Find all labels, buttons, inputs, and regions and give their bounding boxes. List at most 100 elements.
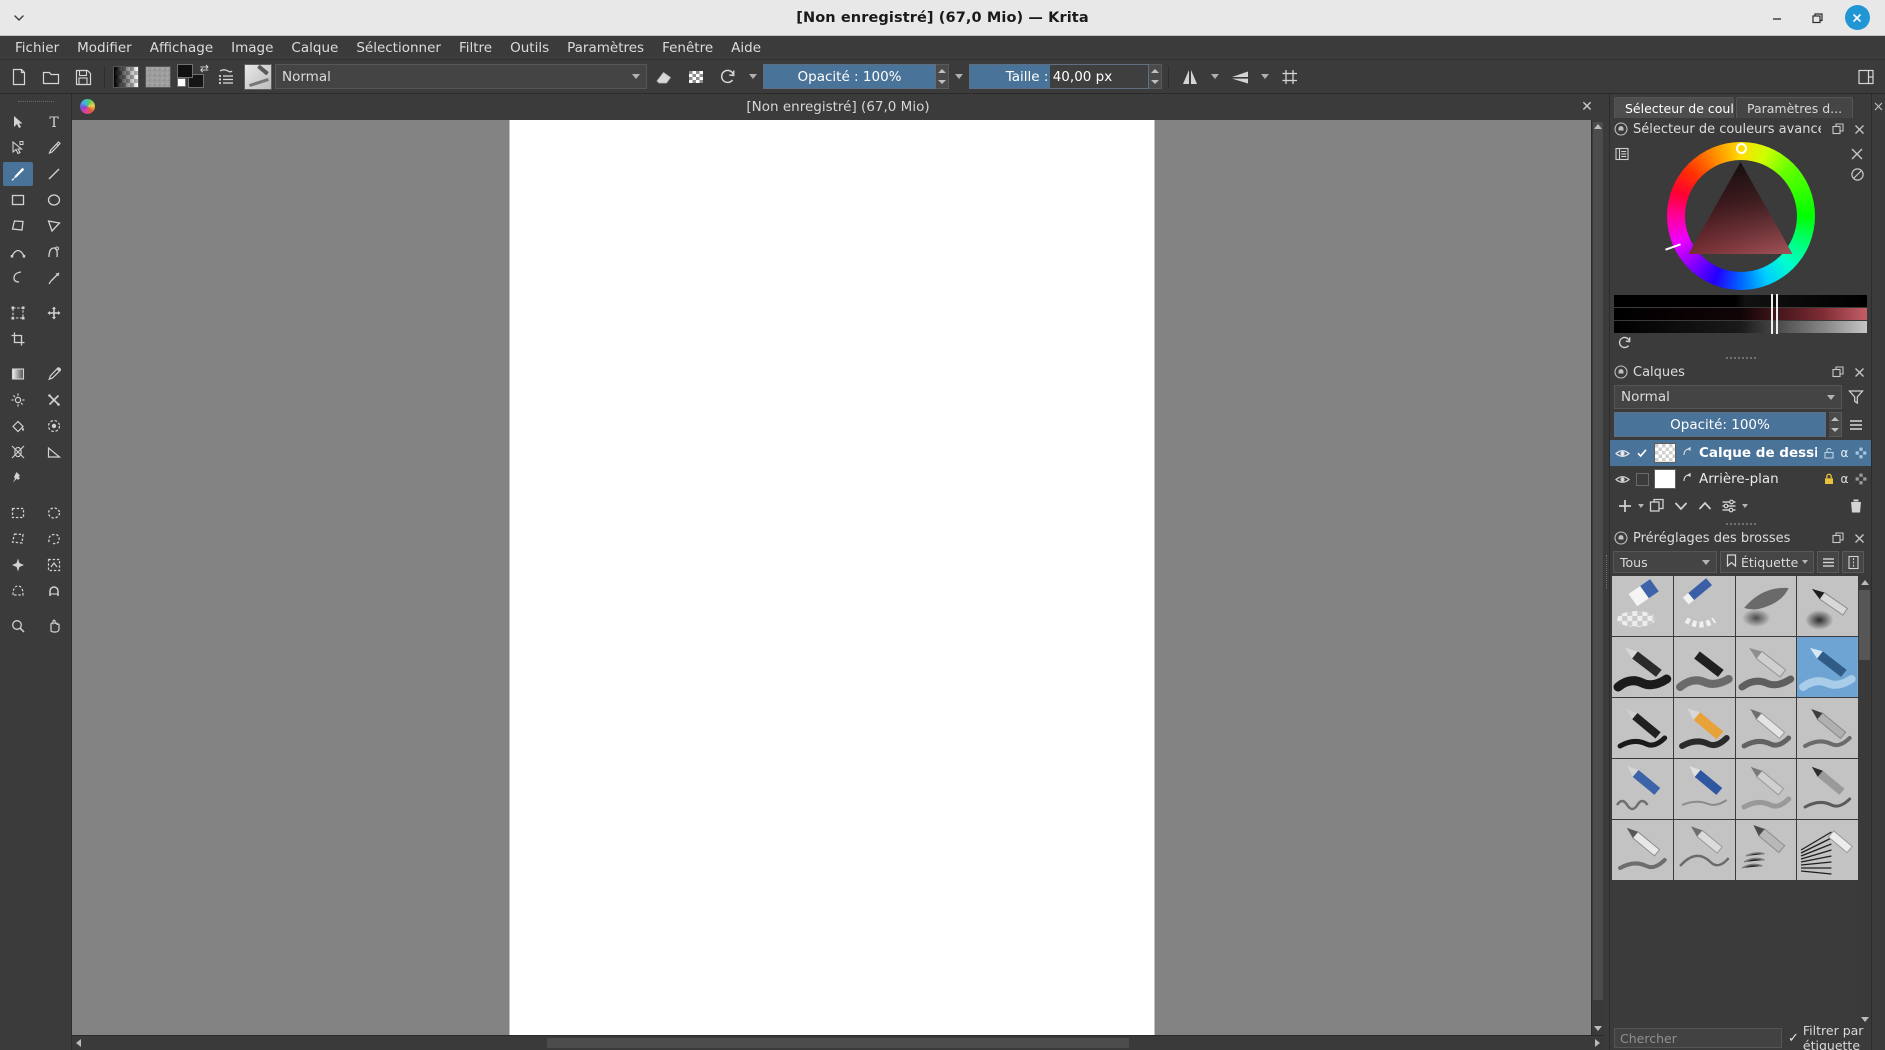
scroll-down-icon[interactable] [1592, 1022, 1604, 1035]
tool-multibrush[interactable] [39, 266, 69, 290]
tool-calligraphy[interactable] [39, 136, 69, 160]
close-docker-icon[interactable] [1851, 364, 1867, 380]
layer-inherit-alpha-icon[interactable] [1854, 447, 1867, 460]
layer-unlock-icon[interactable] [1822, 447, 1835, 460]
vertical-scroll-thumb[interactable] [1593, 122, 1603, 1000]
layer-opacity-stepper[interactable] [1829, 412, 1842, 437]
tool-move[interactable] [39, 301, 69, 325]
brush-preset-pencil-soft[interactable] [1797, 759, 1858, 819]
move-layer-down-button[interactable] [1670, 495, 1692, 517]
tool-bezier-selection[interactable] [3, 579, 33, 603]
scroll-up-icon[interactable] [1858, 576, 1871, 589]
tool-fill[interactable] [3, 414, 33, 438]
brush-preset-ink-rough[interactable] [1736, 698, 1797, 758]
preserve-alpha-button[interactable] [681, 63, 711, 91]
layer-properties-dropdown-icon[interactable] [1742, 504, 1748, 508]
tool-zoom[interactable] [3, 614, 33, 638]
tool-colorize-mask[interactable] [3, 388, 33, 412]
brush-presets-scrollbar[interactable] [1858, 576, 1871, 1026]
float-docker-icon[interactable] [1830, 364, 1846, 380]
layer-visibility-icon[interactable] [1614, 472, 1630, 487]
brush-preset-texture-brush[interactable] [1736, 820, 1797, 880]
brush-options-dropdown[interactable] [745, 64, 761, 89]
resource-storage-button[interactable] [1842, 551, 1864, 573]
brush-preset-ink-gpen[interactable] [1612, 698, 1673, 758]
layer-opacity-slider[interactable]: Opacité: 100% [1614, 412, 1826, 437]
preset-scroll-thumb[interactable] [1859, 590, 1870, 660]
float-docker-icon[interactable] [1831, 121, 1847, 137]
wraparound-mode-button[interactable] [1275, 63, 1305, 91]
docker-splitter-handle[interactable] [1610, 354, 1871, 361]
brush-preset-pen-light[interactable] [1612, 820, 1673, 880]
brush-preset-eraser-soft[interactable] [1612, 576, 1673, 636]
layer-visibility-icon[interactable] [1614, 446, 1630, 461]
search-input[interactable] [1614, 1028, 1782, 1048]
close-docker-icon[interactable] [1851, 530, 1867, 546]
color-triangle[interactable] [1689, 162, 1793, 254]
layer-checkbox[interactable] [1635, 472, 1649, 486]
add-layer-dropdown-icon[interactable] [1638, 504, 1644, 508]
mirror-horizontal-dropdown[interactable] [1207, 64, 1223, 89]
tool-magnetic-selection[interactable] [39, 579, 69, 603]
brush-preset-marker-orange[interactable] [1674, 698, 1735, 758]
brush-preset-chalk-pencil[interactable] [1736, 759, 1797, 819]
brush-preset-ink-pen-dark[interactable] [1797, 576, 1858, 636]
tool-crop[interactable] [3, 327, 33, 351]
menu-fichier[interactable]: Fichier [6, 37, 68, 59]
menu-outils[interactable]: Outils [501, 37, 558, 59]
reload-preset-button[interactable] [713, 63, 743, 91]
color-slider-hue[interactable] [1614, 295, 1867, 307]
menu-aide[interactable]: Aide [722, 37, 770, 59]
tool-polygon[interactable] [3, 214, 33, 238]
opacity-dropdown[interactable] [951, 64, 967, 89]
menu-selectionner[interactable]: Sélectionner [347, 37, 450, 59]
eraser-mode-button[interactable] [649, 63, 679, 91]
reset-color-icon[interactable] [1615, 333, 1635, 353]
brush-preset-ink-brush-01[interactable] [1612, 637, 1673, 697]
tool-bezier-curve[interactable] [3, 240, 33, 264]
menu-image[interactable]: Image [222, 37, 282, 59]
brush-preset-curve-brush[interactable] [1674, 820, 1735, 880]
layer-row-background[interactable]: Arrière-plan α [1610, 466, 1871, 492]
workspace-chooser-button[interactable] [1851, 63, 1881, 91]
gradients-button[interactable] [111, 63, 141, 91]
minimize-button[interactable] [1757, 1, 1797, 35]
scroll-right-icon[interactable] [1591, 1039, 1604, 1047]
brush-preset-pencil-hard[interactable] [1797, 698, 1858, 758]
tool-transform[interactable] [3, 301, 33, 325]
hide-docker-icon[interactable] [1847, 144, 1867, 164]
brush-presets-popup-button[interactable] [211, 63, 241, 91]
add-layer-button[interactable] [1614, 495, 1636, 517]
scroll-down-icon[interactable] [1858, 1013, 1871, 1026]
tool-freehand-path[interactable] [39, 240, 69, 264]
tool-enclose-fill[interactable] [39, 414, 69, 438]
layer-inherit-alpha-icon[interactable] [1854, 473, 1867, 486]
canvas-horizontal-scrollbar[interactable] [72, 1036, 1604, 1050]
scroll-up-icon[interactable] [1592, 120, 1604, 133]
layer-row-drawing-1[interactable]: Calque de dessin 1 α [1610, 440, 1871, 466]
size-slider[interactable]: Taille : 40,00 px [969, 64, 1149, 89]
brush-preset-pen-blue-line[interactable] [1674, 759, 1735, 819]
layer-properties-button[interactable] [1718, 495, 1740, 517]
canvas-surface[interactable] [72, 120, 1591, 1035]
patterns-button[interactable] [143, 63, 173, 91]
move-layer-up-button[interactable] [1694, 495, 1716, 517]
blending-mode-combo[interactable]: Normal [275, 64, 647, 89]
tool-color-picker[interactable] [39, 362, 69, 386]
brush-preset-hatch-brush[interactable] [1797, 820, 1858, 880]
color-selector-settings-icon[interactable] [1612, 144, 1632, 164]
tool-smart-patch[interactable] [39, 388, 69, 412]
brush-preset-airbrush-soft[interactable] [1736, 576, 1797, 636]
opacity-stepper[interactable] [936, 64, 949, 89]
canvas-vertical-scrollbar[interactable] [1591, 120, 1604, 1035]
color-slider-value[interactable] [1614, 321, 1867, 333]
brush-preset-sketch-blue[interactable] [1612, 759, 1673, 819]
brush-preset-pencil-grey[interactable] [1736, 637, 1797, 697]
color-slider-saturation[interactable] [1614, 308, 1867, 320]
menu-parametres[interactable]: Paramètres [558, 37, 653, 59]
opacity-slider[interactable]: Opacité : 100% [763, 64, 936, 89]
menu-affichage[interactable]: Affichage [141, 37, 222, 59]
document-tab[interactable]: [Non enregistré] (67,0 Mio) ✕ [72, 94, 1604, 120]
hue-cursor[interactable] [1736, 143, 1747, 154]
size-stepper[interactable] [1149, 64, 1162, 89]
